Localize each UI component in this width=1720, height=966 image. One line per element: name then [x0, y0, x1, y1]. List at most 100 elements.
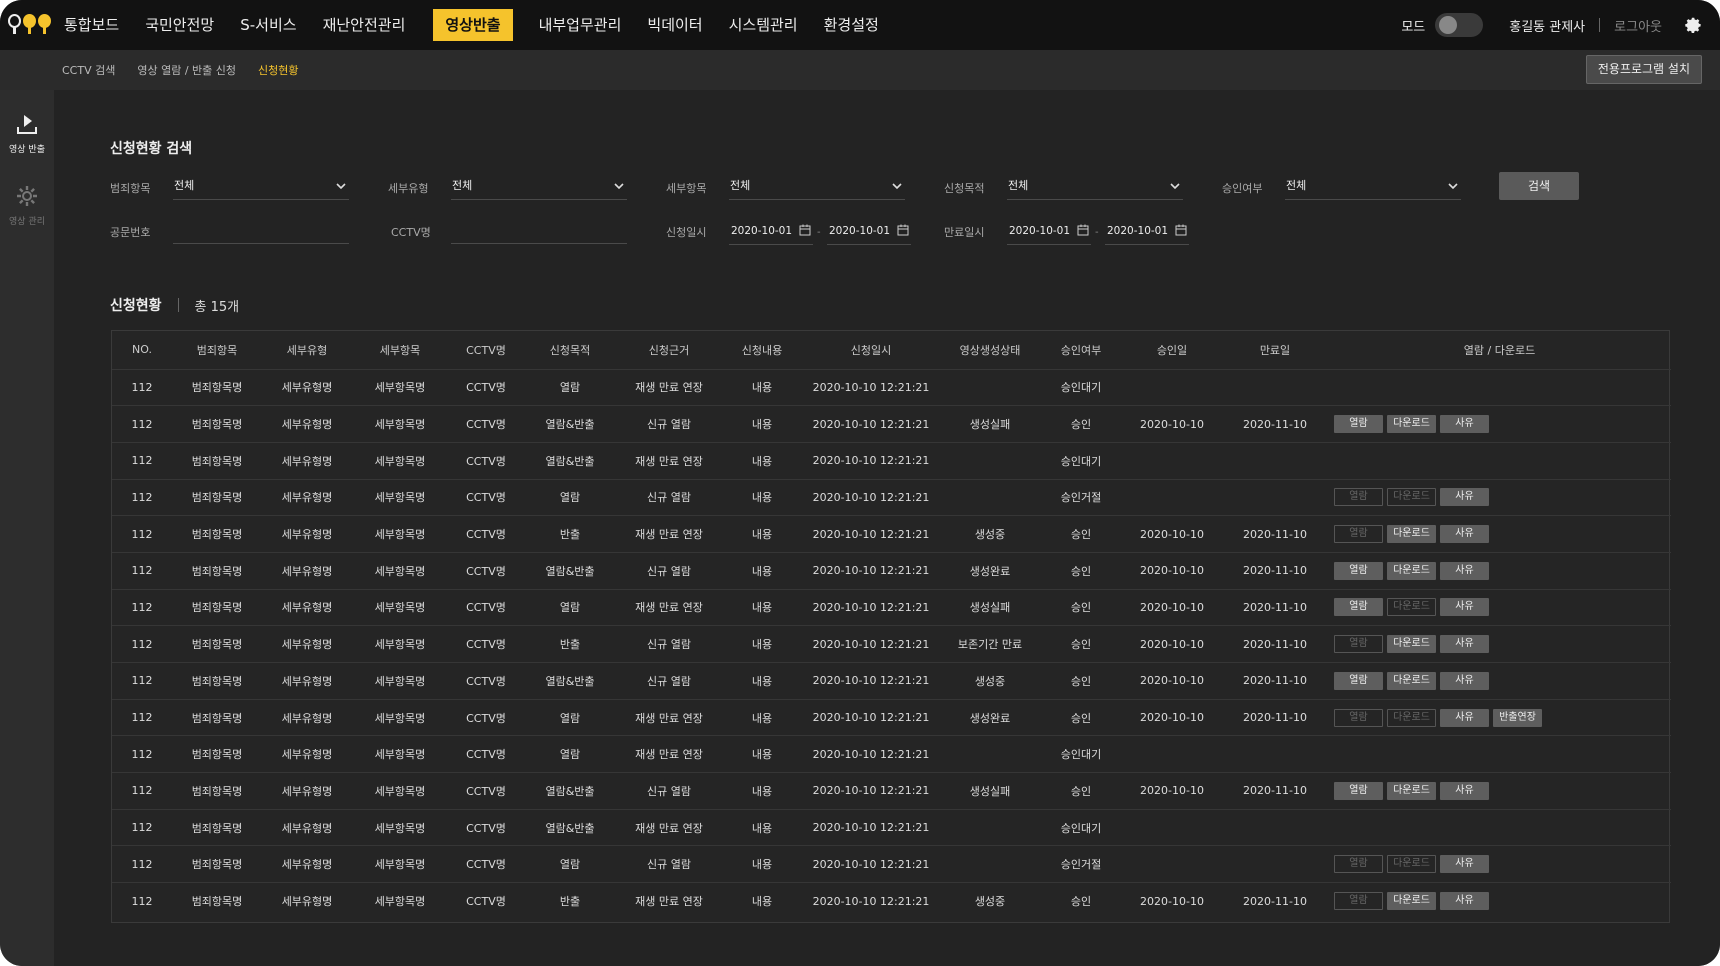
- logout-link[interactable]: 로그아웃: [1614, 16, 1662, 35]
- subtype-select-value: 전체: [452, 179, 473, 192]
- cell-expire: [1222, 808, 1328, 846]
- table-row[interactable]: 112 범죄항목명 세부유형명 세부항목명 CCTV명 열람 재생 만료 연장 내용 2020-…: [112, 698, 1671, 736]
- table-row[interactable]: 112 범죄항목명 세부유형명 세부항목명 CCTV명 열람&반출 재생 만료 연장 내용 20…: [112, 808, 1671, 846]
- settings-gear-icon[interactable]: [1682, 14, 1704, 36]
- row-action-button[interactable]: 사유: [1440, 892, 1489, 911]
- purpose-select[interactable]: 전체: [1007, 178, 1183, 200]
- nav-menu-item[interactable]: 통합보드: [52, 9, 131, 41]
- cell-approval: 승인: [1040, 588, 1122, 626]
- row-action-button[interactable]: 다운로드: [1387, 855, 1436, 874]
- table-row[interactable]: 112 범죄항목명 세부유형명 세부항목명 CCTV명 열람&반출 신규 열람 내용 2020-…: [112, 551, 1671, 590]
- app-frame: 통합보드 국민안전망 S-서비스 재난안전관리 영상반출 내부업무관리 빅데이터 시스템관리 환…: [0, 0, 1720, 966]
- row-action-button[interactable]: 다운로드: [1387, 525, 1436, 544]
- cell-applied: 2020-10-10 12:21:21: [802, 698, 940, 736]
- crime-select[interactable]: 전체: [173, 178, 349, 200]
- row-action-button[interactable]: 열람: [1334, 671, 1383, 690]
- mode-toggle[interactable]: [1435, 13, 1484, 37]
- cell-actions: [1328, 735, 1671, 773]
- nav-menu-item[interactable]: 환경설정: [812, 9, 891, 41]
- row-action-button[interactable]: 열람: [1334, 892, 1383, 911]
- search-button[interactable]: 검색: [1499, 172, 1579, 200]
- table-row[interactable]: 112 범죄항목명 세부유형명 세부항목명 CCTV명 반출 재생 만료 연장 내용 2020-…: [112, 515, 1671, 553]
- cell-no: 112: [112, 551, 172, 590]
- row-action-button[interactable]: 사유: [1440, 415, 1489, 434]
- column-header: 승인여부: [1060, 343, 1102, 357]
- row-action-button[interactable]: 열람: [1334, 525, 1383, 544]
- doc-number-input[interactable]: [173, 222, 349, 244]
- table-row[interactable]: 112 범죄항목명 세부유형명 세부항목명 CCTV명 열람&반출 신규 열람 내용 2020-…: [112, 405, 1671, 443]
- table-row[interactable]: 112 범죄항목명 세부유형명 세부항목명 CCTV명 열람&반출 재생 만료 연장 내용 20…: [112, 441, 1671, 480]
- apply-date-to[interactable]: 2020-10-01: [827, 223, 911, 245]
- row-action-button[interactable]: 사유: [1440, 561, 1489, 580]
- cell-approval: 승인: [1040, 515, 1122, 553]
- table-row[interactable]: 112 범죄항목명 세부유형명 세부항목명 CCTV명 열람 재생 만료 연장 내용 2020-…: [112, 588, 1671, 626]
- row-action-button[interactable]: 다운로드: [1387, 561, 1436, 580]
- breadcrumb-item[interactable]: CCTV 검색: [62, 62, 115, 78]
- row-action-button[interactable]: 다운로드: [1387, 635, 1436, 654]
- cell-applied: 2020-10-10 12:21:21: [802, 735, 940, 773]
- nav-menu-item[interactable]: 재난안전관리: [311, 9, 418, 41]
- sidebar-item-video-manage[interactable]: 영상 관리: [0, 184, 54, 227]
- row-action-button[interactable]: 사유: [1440, 855, 1489, 874]
- nav-menu-item[interactable]: 빅데이터: [635, 9, 714, 41]
- row-action-button[interactable]: 사유: [1440, 671, 1489, 690]
- row-action-button[interactable]: 열람: [1334, 708, 1383, 727]
- apply-date-from[interactable]: 2020-10-01: [729, 223, 813, 245]
- cell-applied: 2020-10-10 12:21:21: [802, 662, 940, 700]
- logo[interactable]: [8, 14, 51, 36]
- row-action-button[interactable]: 사유: [1440, 708, 1489, 727]
- cell-approved: [1122, 735, 1222, 773]
- row-action-button[interactable]: 사유: [1440, 488, 1489, 507]
- cell-status: 생성중: [940, 515, 1040, 553]
- table-row[interactable]: 112 범죄항목명 세부유형명 세부항목명 CCTV명 열람&반출 신규 열람 내용 2020-…: [112, 662, 1671, 700]
- row-action-button[interactable]: 열람: [1334, 488, 1383, 507]
- install-program-button[interactable]: 전용프로그램 설치: [1585, 55, 1702, 84]
- breadcrumb-item[interactable]: 영상 열람 / 반출 신청: [137, 62, 236, 78]
- sidebar-item-video-export[interactable]: 영상 반출: [0, 112, 54, 155]
- nav-menu-item[interactable]: S-서비스: [228, 9, 308, 41]
- approval-select[interactable]: 전체: [1285, 178, 1461, 200]
- table-row[interactable]: 112 범죄항목명 세부유형명 세부항목명 CCTV명 반출 신규 열람 내용 2020-10-…: [112, 625, 1671, 663]
- table-row[interactable]: 112 범죄항목명 세부유형명 세부항목명 CCTV명 반출 재생 만료 연장 내용 2020-…: [112, 882, 1671, 920]
- row-action-button[interactable]: 다운로드: [1387, 488, 1436, 507]
- row-action-button[interactable]: 사유: [1440, 781, 1489, 800]
- row-action-button[interactable]: 열람: [1334, 415, 1383, 434]
- row-action-button[interactable]: 열람: [1334, 855, 1383, 874]
- table-row[interactable]: 112 범죄항목명 세부유형명 세부항목명 CCTV명 열람&반출 신규 열람 내용 2020-…: [112, 772, 1671, 810]
- table-row[interactable]: 112 범죄항목명 세부유형명 세부항목명 CCTV명 열람 재생 만료 연장 내용 2020-…: [112, 735, 1671, 773]
- row-action-button[interactable]: 다운로드: [1387, 415, 1436, 434]
- cell-approved: 2020-10-10: [1122, 588, 1222, 626]
- expire-date-from[interactable]: 2020-10-01: [1007, 223, 1091, 245]
- nav-menu-item[interactable]: 내부업무관리: [527, 9, 634, 41]
- cell-basis: 재생 만료 연장: [616, 882, 722, 920]
- row-action-button[interactable]: 열람: [1334, 561, 1383, 580]
- row-action-button[interactable]: 사유: [1440, 598, 1489, 617]
- row-action-button[interactable]: 다운로드: [1387, 708, 1436, 727]
- row-action-button[interactable]: 사유: [1440, 525, 1489, 544]
- table-row[interactable]: 112 범죄항목명 세부유형명 세부항목명 CCTV명 열람 재생 만료 연장 내용 2020-…: [112, 368, 1671, 406]
- breadcrumb-item[interactable]: 신청현황: [258, 62, 298, 78]
- nav-menu-item[interactable]: 국민안전망: [133, 9, 226, 41]
- cell-content: 내용: [722, 772, 802, 810]
- cell-crime: 범죄항목명: [172, 441, 262, 480]
- cctv-name-input[interactable]: [451, 222, 627, 244]
- row-action-button[interactable]: 열람: [1334, 598, 1383, 617]
- table-row[interactable]: 112 범죄항목명 세부유형명 세부항목명 CCTV명 열람 신규 열람 내용 2020-10-…: [112, 478, 1671, 516]
- row-action-button[interactable]: 열람: [1334, 781, 1383, 800]
- subitem-select[interactable]: 전체: [729, 178, 905, 200]
- row-action-button[interactable]: 사유: [1440, 635, 1489, 654]
- row-action-button[interactable]: 반출연장: [1493, 708, 1542, 727]
- row-action-button[interactable]: 다운로드: [1387, 781, 1436, 800]
- subitem-select-value: 전체: [730, 179, 751, 192]
- row-action-button[interactable]: 다운로드: [1387, 671, 1436, 690]
- nav-menu-item[interactable]: 시스템관리: [717, 9, 810, 41]
- nav-menu-item[interactable]: 영상반출: [433, 9, 513, 41]
- row-action-button[interactable]: 다운로드: [1387, 892, 1436, 911]
- subtype-select[interactable]: 전체: [451, 178, 627, 200]
- table-row[interactable]: 112 범죄항목명 세부유형명 세부항목명 CCTV명 열람 신규 열람 내용 2020-10-…: [112, 845, 1671, 883]
- row-action-button[interactable]: 다운로드: [1387, 598, 1436, 617]
- row-action-button[interactable]: 열람: [1334, 635, 1383, 654]
- chevron-down-icon: [1448, 183, 1458, 190]
- expire-date-to[interactable]: 2020-10-01: [1105, 223, 1189, 245]
- cell-cctv: CCTV명: [448, 368, 524, 406]
